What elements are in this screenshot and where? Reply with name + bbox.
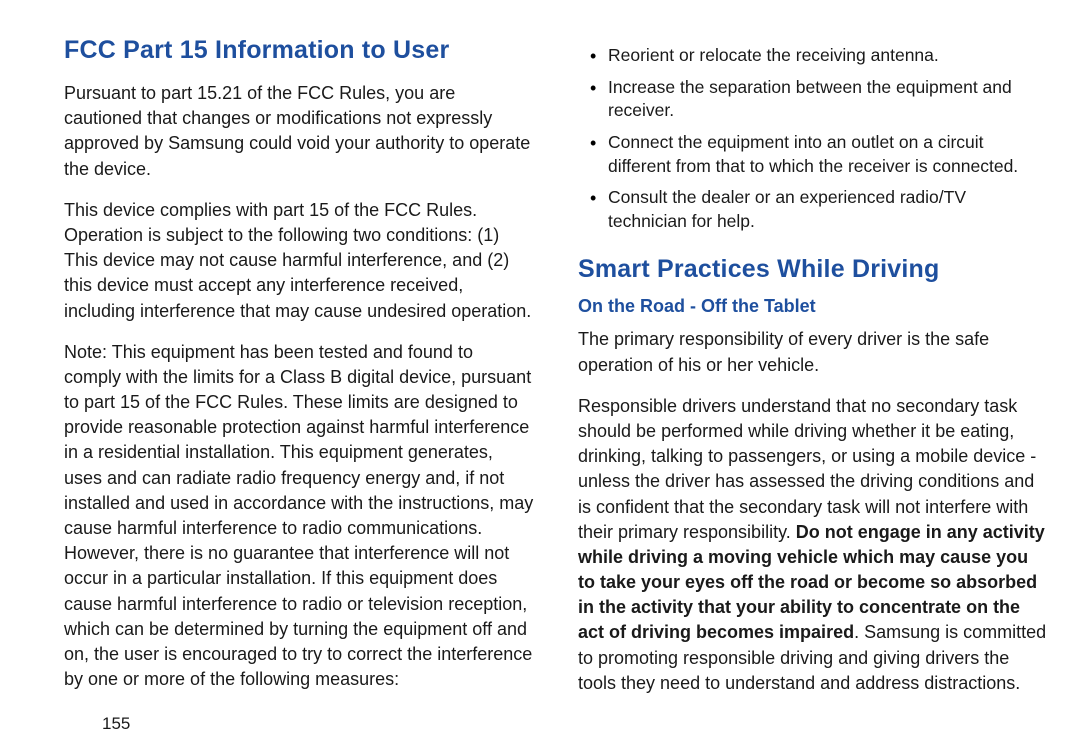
driving-paragraph-2: Responsible drivers understand that no s…	[578, 394, 1048, 696]
on-the-road-subhead: On the Road - Off the Tablet	[578, 296, 1048, 317]
smart-practices-heading: Smart Practices While Driving	[578, 255, 1048, 284]
interference-bullet-list: Reorient or relocate the receiving anten…	[578, 36, 1048, 241]
page-number: 155	[64, 702, 534, 734]
fcc-heading: FCC Part 15 Information to User	[64, 36, 534, 65]
bullet-item: Consult the dealer or an experienced rad…	[578, 186, 1048, 233]
fcc-paragraph-2: This device complies with part 15 of the…	[64, 198, 534, 324]
bullet-item: Connect the equipment into an outlet on …	[578, 131, 1048, 178]
left-column: FCC Part 15 Information to User Pursuant…	[64, 36, 534, 700]
driving-paragraph-1: The primary responsibility of every driv…	[578, 327, 1048, 377]
bullet-item: Reorient or relocate the receiving anten…	[578, 44, 1048, 68]
bullet-item: Increase the separation between the equi…	[578, 76, 1048, 123]
right-column: Reorient or relocate the receiving anten…	[578, 36, 1048, 700]
fcc-paragraph-1: Pursuant to part 15.21 of the FCC Rules,…	[64, 81, 534, 182]
fcc-paragraph-3: Note: This equipment has been tested and…	[64, 340, 534, 693]
driving-paragraph-2-plain-a: Responsible drivers understand that no s…	[578, 396, 1036, 542]
